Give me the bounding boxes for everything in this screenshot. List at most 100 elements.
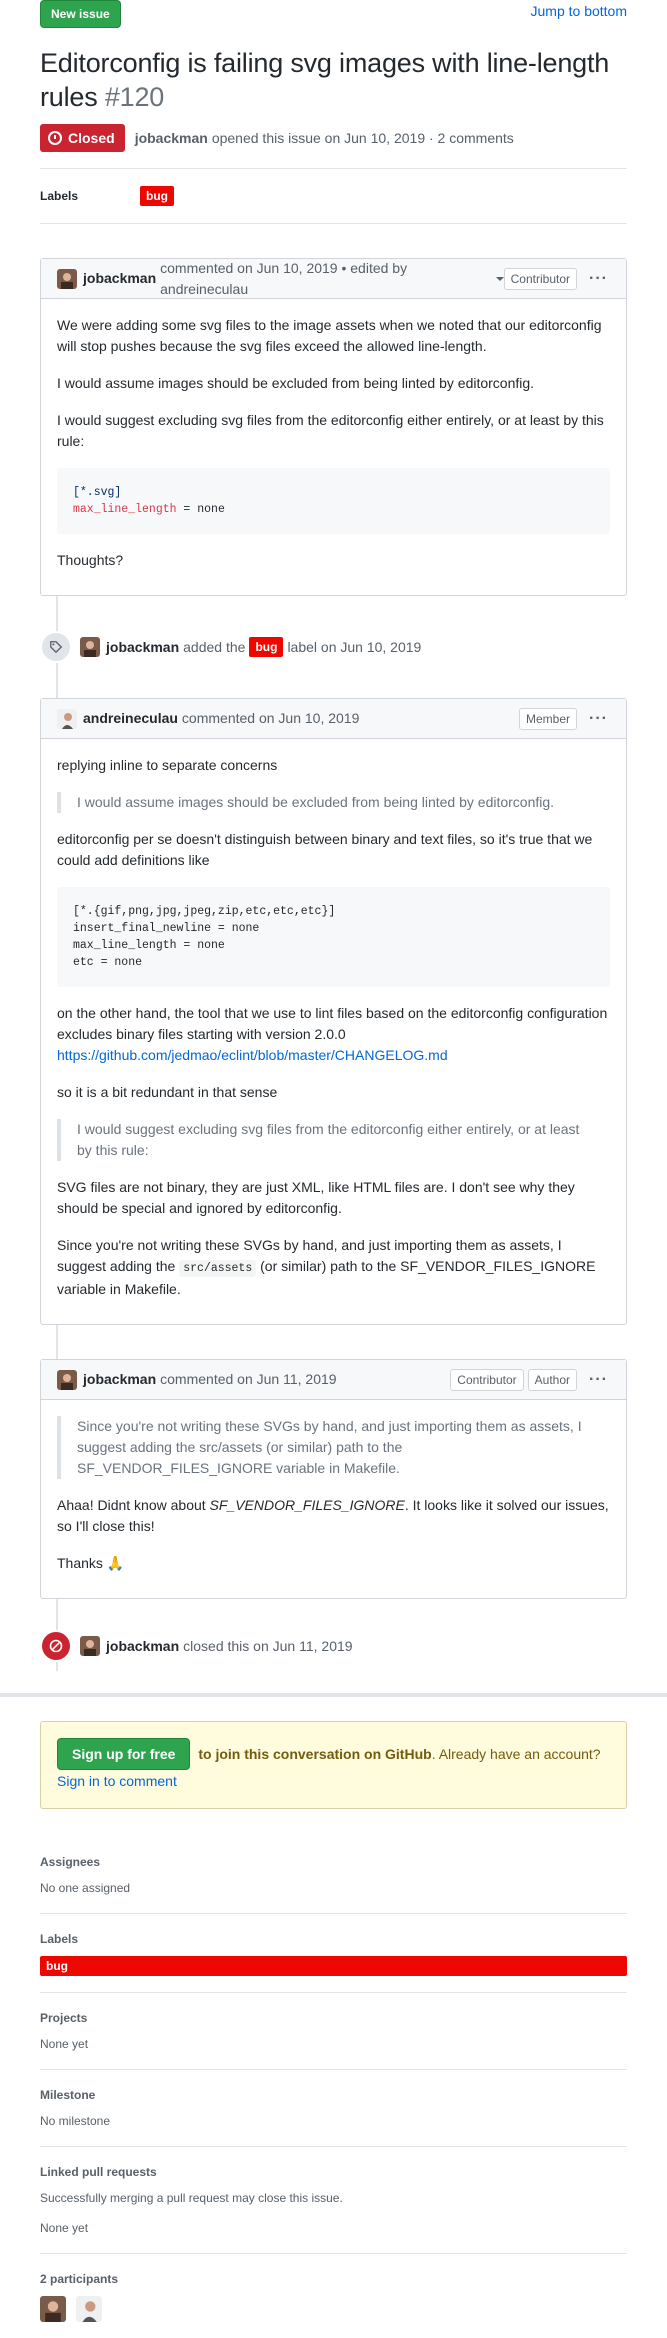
code-value: = none	[176, 503, 225, 516]
kebab-menu-icon[interactable]: ···	[581, 267, 616, 291]
label-bug[interactable]: bug	[249, 637, 284, 657]
labels-heading: Labels	[40, 189, 79, 203]
issue-meta: Closed jobackman opened this issue on Ju…	[40, 124, 627, 152]
comment-paragraph: replying inline to separate concerns	[57, 757, 278, 773]
comment-jobackman-2: jobackman commented on Jun 11, 2019 Cont…	[40, 1359, 627, 1599]
signup-bold-text: to join this conversation on GitHub	[198, 1746, 432, 1762]
contributor-badge: Contributor	[503, 267, 578, 290]
comment-body: replying inline to separate concerns I w…	[41, 739, 626, 1324]
comment-meta[interactable]: commented on Jun 10, 2019	[182, 708, 359, 729]
comment-jobackman-1: jobackman commented on Jun 10, 2019 • ed…	[40, 258, 627, 596]
issue-state-badge: Closed	[40, 124, 125, 152]
event-text: label on Jun 10, 2019	[287, 638, 422, 655]
sidebar: Assignees No one assigned Labels bug Pro…	[40, 1837, 627, 2338]
label-bug[interactable]: bug	[40, 1956, 627, 1976]
event-author[interactable]: jobackman	[106, 637, 179, 658]
comment-meta[interactable]: commented on Jun 11, 2019	[160, 1369, 336, 1390]
blockquote: I would suggest excluding svg files from…	[57, 1119, 610, 1161]
author-badge: Author	[527, 1368, 578, 1391]
assignees-value: No one assigned	[40, 1881, 131, 1895]
tag-icon	[40, 631, 72, 663]
comment-paragraph: Since you're not writing these SVGs by h…	[57, 1235, 610, 1300]
event-text: added the	[183, 638, 246, 655]
sign-up-button[interactable]: Sign up for free	[57, 1738, 191, 1770]
avatar-andreineculau[interactable]	[57, 708, 77, 729]
comment-andreineculau: andreineculau commented on Jun 10, 2019 …	[40, 698, 627, 1325]
inline-code: src/assets	[179, 1260, 257, 1277]
milestone-section: Milestone No milestone	[40, 2070, 627, 2147]
blockquote: Since you're not writing these SVGs by h…	[57, 1416, 610, 1479]
sign-in-link[interactable]: Sign in to comment	[57, 1773, 177, 1789]
comment-emphasis: SF_VENDOR_FILES_IGNORE	[209, 1497, 405, 1513]
issue-author-link[interactable]: jobackman	[135, 128, 208, 149]
signup-prompt: Sign up for free to join this conversati…	[40, 1721, 627, 1809]
comment-paragraph: We were adding some svg files to the ima…	[57, 317, 602, 354]
participants-section: 2 participants	[40, 2254, 627, 2338]
linked-prs-heading[interactable]: Linked pull requests	[40, 2163, 627, 2181]
discussion-timeline: jobackman commented on Jun 10, 2019 • ed…	[40, 258, 627, 1671]
linked-prs-description: Successfully merging a pull request may …	[40, 2191, 343, 2205]
avatar-jobackman[interactable]	[57, 268, 77, 289]
issue-number: #120	[104, 82, 165, 112]
comment-paragraph: on the other hand, the tool that we use …	[57, 1003, 610, 1066]
code-block: [*.{gif,png,jpg,jpeg,zip,etc,etc,etc}] i…	[57, 887, 610, 987]
issue-opened-text: opened this issue on Jun 10, 2019 · 2 co…	[211, 129, 514, 146]
milestone-value: No milestone	[40, 2114, 111, 2128]
projects-heading[interactable]: Projects	[40, 2009, 627, 2027]
avatar-jobackman[interactable]	[57, 1369, 77, 1390]
projects-section: Projects None yet	[40, 1993, 627, 2070]
participants-heading: 2 participants	[40, 2272, 119, 2286]
timeline-end-divider	[0, 1693, 667, 1697]
label-event: jobackman added the bug label on Jun 10,…	[40, 622, 627, 672]
comment-text: Thanks	[57, 1555, 103, 1571]
avatar-andreineculau[interactable]	[76, 2296, 102, 2322]
avatar-jobackman[interactable]	[80, 637, 100, 657]
comment-author[interactable]: jobackman	[83, 1369, 156, 1390]
code-line: [*.svg]	[73, 486, 122, 499]
changelog-link[interactable]: https://github.com/jedmao/eclint/blob/ma…	[57, 1047, 448, 1063]
participants-list	[40, 2296, 627, 2322]
closed-event: jobackman closed this on Jun 11, 2019	[40, 1621, 627, 1671]
issue-state-label: Closed	[68, 129, 115, 146]
folded-hands-emoji: 🙏	[106, 1555, 125, 1571]
comment-body: We were adding some svg files to the ima…	[41, 299, 626, 595]
comment-meta[interactable]: commented on Jun 10, 2019 • edited by an…	[160, 258, 492, 300]
comment-paragraph: editorconfig per se doesn't distinguish …	[57, 831, 593, 868]
blockquote: I would assume images should be excluded…	[57, 792, 610, 813]
comment-header: andreineculau commented on Jun 10, 2019 …	[41, 699, 626, 739]
comment-author[interactable]: andreineculau	[83, 708, 178, 729]
issue-closed-icon	[48, 131, 62, 145]
code-key: max_line_length	[73, 503, 177, 516]
comment-text: Ahaa! Didnt know about	[57, 1497, 206, 1513]
label-bug[interactable]: bug	[140, 186, 174, 206]
kebab-menu-icon[interactable]: ···	[581, 707, 616, 731]
new-issue-button[interactable]: New issue	[40, 0, 121, 28]
comment-body: Since you're not writing these SVGs by h…	[41, 1400, 626, 1598]
comment-paragraph: Thanks 🙏	[57, 1553, 610, 1574]
labels-heading[interactable]: Labels	[40, 1930, 627, 1948]
avatar-jobackman[interactable]	[40, 2296, 66, 2322]
comment-paragraph: Thoughts?	[57, 552, 124, 568]
event-author[interactable]: jobackman	[106, 1636, 179, 1657]
issue-header-actions: New issue Jump to bottom	[40, 0, 627, 28]
issue-title: Editorconfig is failing svg images with …	[40, 46, 627, 114]
assignees-heading[interactable]: Assignees	[40, 1853, 627, 1871]
comment-author[interactable]: jobackman	[83, 268, 156, 289]
avatar-jobackman[interactable]	[80, 1636, 100, 1656]
jump-to-bottom-link[interactable]: Jump to bottom	[531, 1, 628, 22]
member-badge: Member	[519, 707, 578, 730]
comment-paragraph: Ahaa! Didnt know about SF_VENDOR_FILES_I…	[57, 1495, 610, 1537]
comment-paragraph: SVG files are not binary, they are just …	[57, 1179, 575, 1216]
issue-labels-row: Labels bug	[40, 168, 627, 224]
chevron-down-icon[interactable]	[495, 276, 504, 281]
circle-slash-icon	[40, 1630, 72, 1662]
comment-paragraph: so it is a bit redundant in that sense	[57, 1084, 278, 1100]
kebab-menu-icon[interactable]: ···	[581, 1368, 616, 1392]
labels-section: Labels bug	[40, 1914, 627, 1993]
comment-header: jobackman commented on Jun 11, 2019 Cont…	[41, 1360, 626, 1400]
comment-paragraph: I would assume images should be excluded…	[57, 375, 535, 391]
comment-text: on the other hand, the tool that we use …	[57, 1005, 608, 1042]
milestone-heading[interactable]: Milestone	[40, 2086, 627, 2104]
linked-prs-value: None yet	[40, 2221, 89, 2235]
event-text: closed this on Jun 11, 2019	[183, 1637, 353, 1654]
